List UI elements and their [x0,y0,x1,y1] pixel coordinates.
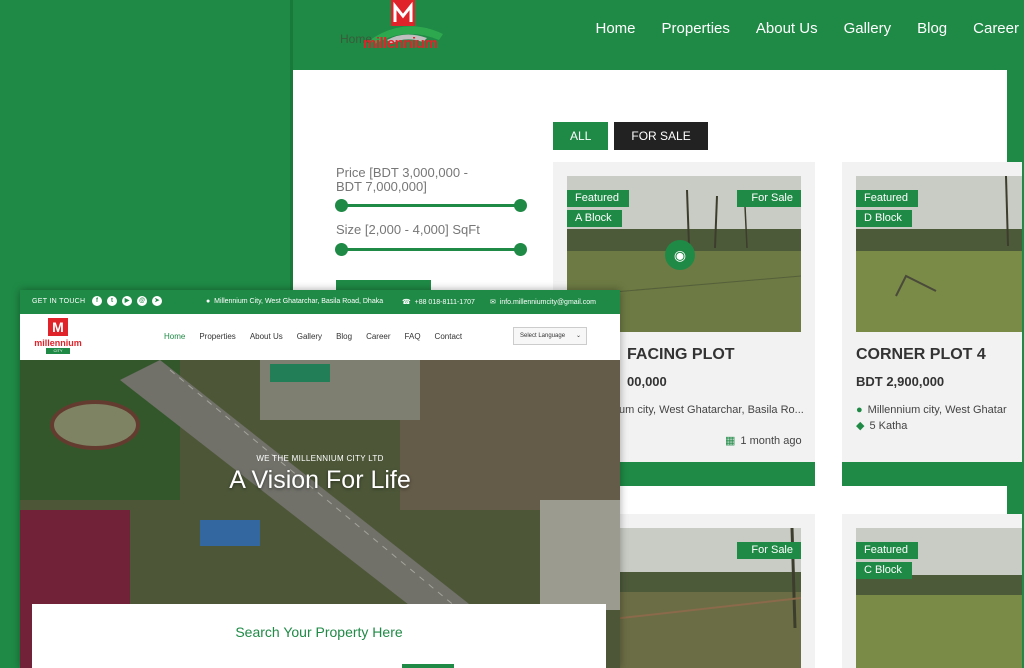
nav-about-us[interactable]: About Us [756,20,818,37]
nav-home[interactable]: Home [596,20,636,37]
hero-subtitle: WE THE MILLENNIUM CITY LTD [256,454,384,463]
tag-icon: ◆ [856,420,865,432]
twitter-icon[interactable]: t [107,296,117,306]
property-title[interactable]: FACING PLOT [627,346,735,364]
logo-city-text: CITY [46,348,70,354]
block-badge: A Block [567,210,622,227]
block-badge: C Block [856,562,912,579]
nav-gallery[interactable]: Gallery [844,20,892,37]
logo-mark-icon: M [48,318,68,336]
price-min-handle[interactable] [335,199,348,212]
chevron-down-icon: ⌄ [575,333,581,339]
contact-topbar: GET IN TOUCH f t ▶ @ ➤ ● Millennium City… [20,290,620,314]
nav-home[interactable]: Home [164,332,185,341]
nav-about-us[interactable]: About Us [250,332,283,341]
nav-properties[interactable]: Properties [199,332,235,341]
phone-text[interactable]: ☎ +88 018-8111-1707 [402,298,475,306]
home-window: GET IN TOUCH f t ▶ @ ➤ ● Millennium City… [20,290,620,668]
get-in-touch-label: GET IN TOUCH [32,298,86,305]
email-text[interactable]: ✉ info.millenniumcity@gmail.com [490,298,596,306]
size-max-handle[interactable] [514,243,527,256]
property-posted-time: ▦ 1 month ago [725,435,802,447]
phone-icon: ☎ [402,299,415,306]
youtube-icon[interactable]: ▶ [122,296,132,306]
nav-blog[interactable]: Blog [917,20,947,37]
for-sale-badge: For Sale [737,190,801,207]
size-range-slider[interactable] [335,243,527,256]
language-select[interactable]: Select Language ⌄ [513,327,587,345]
nav-gallery[interactable]: Gallery [297,332,322,341]
filter-for-sale-tab[interactable]: FOR SALE [614,122,708,150]
logo-wordmark: millennium [34,338,82,348]
nav-contact[interactable]: Contact [435,332,463,341]
nav-career[interactable]: Career [973,20,1019,37]
nav-faq[interactable]: FAQ [405,332,421,341]
location-pin-icon: ● [206,298,215,305]
location-pin-icon: ● [856,404,863,416]
featured-badge: Featured [567,190,630,207]
address-text: ● Millennium City, West Ghatarchar, Basi… [206,298,384,305]
property-location: um city, West Ghatarchar, Basila Ro... [619,404,804,416]
logo-wordmark: millennium [363,35,438,52]
camera-icon[interactable]: ◉ [665,240,695,270]
site-logo[interactable]: Home millennium [335,0,445,58]
filter-tabs: ALL FOR SALE [553,122,708,150]
size-min-handle[interactable] [335,243,348,256]
search-panel-title: Search Your Property Here [235,624,403,640]
property-card[interactable]: Featured C Block [842,514,1022,668]
telegram-icon[interactable]: ➤ [152,296,162,306]
hero-title: A Vision For Life [229,466,411,494]
social-links: f t ▶ @ ➤ [92,296,162,306]
property-title[interactable]: CORNER PLOT 4 [856,346,986,364]
nav-career[interactable]: Career [366,332,390,341]
property-price: 00,000 [627,374,667,389]
search-button[interactable] [402,664,454,668]
property-location: ● Millennium city, West Ghatar [856,404,1007,416]
nav-properties[interactable]: Properties [662,20,730,37]
home-header: M millennium CITY Home Properties About … [20,314,620,360]
featured-badge: Featured [856,542,919,559]
for-sale-badge: For Sale [737,542,801,559]
price-range-slider[interactable] [335,199,527,212]
hero-banner: WE THE MILLENNIUM CITY LTD A Vision For … [20,360,620,668]
block-badge: D Block [856,210,912,227]
property-card[interactable]: Featured D Block CORNER PLOT 4 BDT 2,900… [842,162,1022,486]
home-nav: Home Properties About Us Gallery Blog Ca… [164,332,462,341]
filter-all-tab[interactable]: ALL [553,122,609,150]
calendar-icon: ▦ [725,435,736,447]
site-logo[interactable]: M millennium CITY [34,318,82,356]
price-max-handle[interactable] [514,199,527,212]
featured-badge: Featured [856,190,919,207]
nav-blog[interactable]: Blog [336,332,352,341]
listing-header: Home millennium Home Properties About Us… [293,0,1024,68]
property-price: BDT 2,900,000 [856,374,945,389]
envelope-icon: ✉ [490,299,500,306]
property-search-panel: Search Your Property Here [32,604,606,668]
mail-icon[interactable]: @ [137,296,147,306]
facebook-icon[interactable]: f [92,296,102,306]
property-size: ◆ 5 Katha [856,420,908,432]
size-range-label: Size [2,000 - 4,000] SqFt [336,222,480,237]
card-footer-bar[interactable] [842,462,1022,486]
listing-nav: Home Properties About Us Gallery Blog Ca… [596,20,1020,37]
price-range-label: Price [BDT 3,000,000 - BDT 7,000,000] [336,165,468,194]
